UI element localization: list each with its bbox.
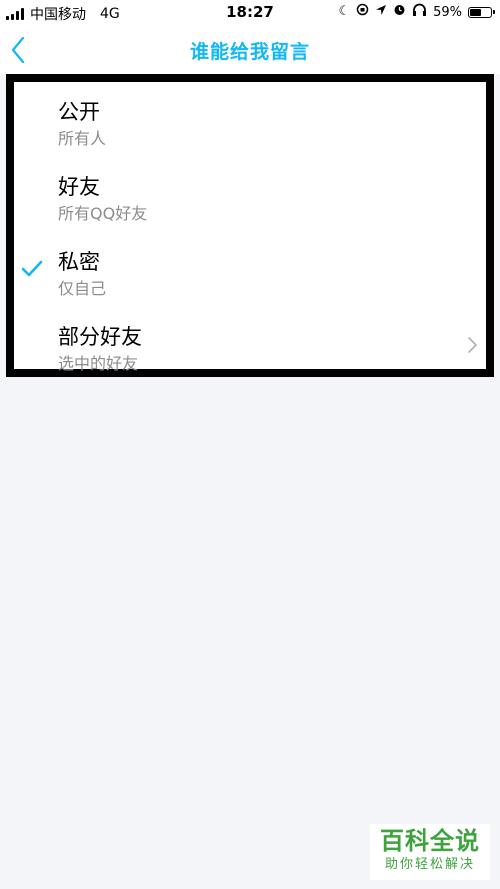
chevron-right-icon xyxy=(468,337,477,353)
battery-percent: 59% xyxy=(433,4,462,20)
status-right: ☾ 59% xyxy=(338,3,495,21)
status-bar: 中国移动 4G 18:27 ☾ 59% xyxy=(0,0,500,26)
alarm-icon xyxy=(393,3,406,21)
option-title: 部分好友 xyxy=(58,325,142,349)
rotation-lock-icon xyxy=(356,3,369,21)
moon-icon: ☾ xyxy=(338,4,351,19)
option-subtitle: 所有人 xyxy=(58,129,107,148)
page-title: 谁能给我留言 xyxy=(189,41,310,63)
location-icon xyxy=(375,4,387,21)
option-subtitle: 仅自己 xyxy=(58,279,107,298)
option-title: 公开 xyxy=(58,100,100,124)
checkmark-icon xyxy=(21,260,43,277)
nav-bar: 谁能给我留言 xyxy=(0,26,500,74)
option-private[interactable]: 私密 仅自己 xyxy=(14,232,486,307)
option-title: 好友 xyxy=(58,175,100,199)
visibility-options-list: 公开 所有人 好友 所有QQ好友 私密 仅自己 部分好友 选中的好友 xyxy=(6,74,494,377)
headphones-icon xyxy=(412,3,427,21)
watermark-sub: 助你轻松解决 xyxy=(384,857,475,872)
screen: 中国移动 4G 18:27 ☾ 59% 谁能给我留言 公开 所有人 好友 所有Q… xyxy=(0,0,500,889)
battery-fill xyxy=(470,8,481,16)
option-public[interactable]: 公开 所有人 xyxy=(14,82,486,157)
option-some-friends[interactable]: 部分好友 选中的好友 xyxy=(14,307,486,382)
option-subtitle: 所有QQ好友 xyxy=(58,204,148,223)
watermark-main: 百科全说 xyxy=(380,827,480,855)
option-subtitle: 选中的好友 xyxy=(58,354,139,373)
option-title: 私密 xyxy=(58,250,100,274)
battery-icon xyxy=(468,6,495,18)
watermark-logo: 百科全说 助你轻松解决 xyxy=(370,824,490,880)
option-friends[interactable]: 好友 所有QQ好友 xyxy=(14,157,486,232)
